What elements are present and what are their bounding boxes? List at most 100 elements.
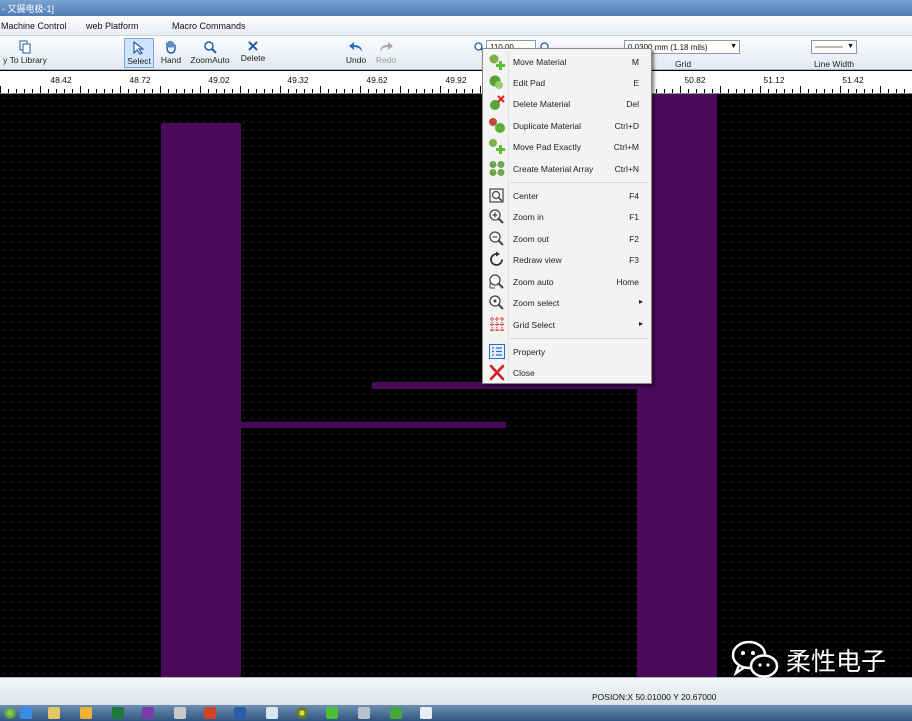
zoom-auto-icon bbox=[489, 274, 504, 289]
menu-item-shortcut: Del bbox=[626, 99, 639, 109]
menu-machine-control[interactable]: Machine Control bbox=[1, 21, 67, 31]
select-button[interactable]: Select bbox=[124, 38, 154, 68]
delete-button[interactable]: Delete bbox=[238, 38, 268, 68]
menu-item-zoom-select[interactable]: Zoom select ▸ bbox=[485, 292, 649, 313]
excel-icon[interactable] bbox=[112, 707, 124, 719]
word-icon[interactable] bbox=[234, 707, 246, 719]
powerpoint-icon[interactable] bbox=[204, 707, 216, 719]
app-icon[interactable] bbox=[358, 707, 370, 719]
ruler-tick bbox=[888, 89, 889, 93]
ruler-tick bbox=[744, 89, 745, 93]
menu-item-redraw-view[interactable]: Redraw view F3 bbox=[485, 249, 649, 270]
ruler-tick bbox=[728, 89, 729, 93]
menu-separator bbox=[510, 182, 648, 183]
app-icon[interactable] bbox=[390, 707, 402, 719]
ruler-tick bbox=[32, 89, 33, 93]
delete-material-icon bbox=[490, 95, 505, 110]
wechat-icon[interactable] bbox=[326, 707, 338, 719]
menu-item-grid-select[interactable]: Grid Select ▸ bbox=[485, 314, 649, 335]
pad-trace-middle[interactable] bbox=[241, 422, 506, 428]
ruler-tick bbox=[208, 89, 209, 93]
menu-item-zoom-in[interactable]: Zoom in F1 bbox=[485, 206, 649, 227]
ruler-tick bbox=[664, 89, 665, 93]
cursor-position: POSION:X 50.01000 Y 20.67000 bbox=[592, 692, 717, 702]
menu-item-property[interactable]: Property bbox=[485, 341, 649, 362]
ruler-tick bbox=[896, 89, 897, 93]
chrome-icon[interactable] bbox=[296, 707, 308, 719]
ruler-tick bbox=[360, 86, 361, 93]
copy-to-library-button[interactable]: y To Library bbox=[0, 38, 50, 68]
ruler-tick bbox=[120, 86, 121, 93]
zoom-out-icon bbox=[489, 231, 504, 246]
ruler-tick bbox=[256, 89, 257, 93]
menu-item-center[interactable]: Center F4 bbox=[485, 185, 649, 206]
duplicate-material-icon bbox=[489, 118, 505, 133]
menu-item-duplicate-material[interactable]: Duplicate Material Ctrl+D bbox=[485, 115, 649, 136]
menu-item-edit-pad[interactable]: Edit Pad E bbox=[485, 72, 649, 93]
menu-item-move-material[interactable]: Move Material M bbox=[485, 51, 649, 72]
start-orb-icon[interactable] bbox=[4, 707, 16, 719]
design-canvas[interactable] bbox=[0, 94, 912, 677]
menu-item-delete-material[interactable]: Delete Material Del bbox=[485, 93, 649, 114]
menu-item-label: Property bbox=[513, 347, 546, 357]
media-player-icon[interactable] bbox=[80, 707, 92, 719]
chevron-down-icon: ▼ bbox=[847, 43, 854, 50]
menu-item-close[interactable]: Close bbox=[485, 362, 649, 383]
redo-button[interactable]: Redo bbox=[372, 38, 400, 68]
ruler-tick bbox=[848, 89, 849, 93]
ruler-tick bbox=[168, 89, 169, 93]
select-label: Select bbox=[127, 56, 151, 66]
menu-web-platform[interactable]: web Platform bbox=[86, 21, 139, 31]
pad-left-vertical[interactable] bbox=[161, 123, 241, 677]
ruler-tick bbox=[232, 89, 233, 93]
menu-item-label: Move Material bbox=[513, 57, 567, 67]
ruler-tick bbox=[8, 89, 9, 93]
ruler-tick bbox=[872, 89, 873, 93]
ruler-tick bbox=[768, 89, 769, 93]
menu-item-label: Center bbox=[513, 191, 539, 201]
app-icon[interactable] bbox=[266, 707, 278, 719]
ruler-tick bbox=[344, 89, 345, 93]
folder-icon[interactable] bbox=[48, 707, 60, 719]
line-width-select[interactable]: ▼ bbox=[811, 40, 857, 54]
menu-item-zoom-out[interactable]: Zoom out F2 bbox=[485, 228, 649, 249]
ruler-tick bbox=[720, 86, 721, 93]
ruler-tick bbox=[880, 86, 881, 93]
hand-button[interactable]: Hand bbox=[157, 38, 185, 68]
onenote-icon[interactable] bbox=[142, 707, 154, 719]
menu-item-label: Delete Material bbox=[513, 99, 571, 109]
ruler-tick bbox=[672, 89, 673, 93]
ruler-tick bbox=[320, 86, 321, 93]
menu-item-shortcut: Ctrl+N bbox=[614, 164, 639, 174]
ruler-tick bbox=[384, 89, 385, 93]
ruler-tick bbox=[464, 89, 465, 93]
menu-item-zoom-auto[interactable]: Zoom auto Home bbox=[485, 271, 649, 292]
hand-label: Hand bbox=[160, 55, 182, 65]
ruler-tick bbox=[200, 86, 201, 93]
menu-item-label: Grid Select bbox=[513, 320, 556, 330]
menu-item-move-pad-exactly[interactable]: Move Pad Exactly Ctrl+M bbox=[485, 136, 649, 157]
menu-macro-commands[interactable]: Macro Commands bbox=[172, 21, 246, 31]
menu-item-shortcut: Home bbox=[616, 277, 639, 287]
undo-button[interactable]: Undo bbox=[342, 38, 370, 68]
ruler-label: 49.62 bbox=[366, 75, 388, 85]
menu-item-shortcut: F2 bbox=[629, 234, 639, 244]
zoom-auto-button[interactable]: ZoomAuto bbox=[188, 38, 232, 68]
select-arrow-icon bbox=[133, 41, 145, 55]
menu-item-label: Redraw view bbox=[513, 255, 562, 265]
ruler-tick bbox=[104, 89, 105, 93]
ie-browser-icon[interactable] bbox=[20, 707, 32, 719]
ruler-tick bbox=[136, 89, 137, 93]
ruler-tick bbox=[128, 89, 129, 93]
line-width-caption: Line Width bbox=[814, 59, 855, 69]
ruler-tick bbox=[280, 86, 281, 93]
app-icon[interactable] bbox=[420, 707, 432, 719]
ruler-tick bbox=[840, 86, 841, 93]
app-icon[interactable] bbox=[174, 707, 186, 719]
ruler-tick bbox=[856, 89, 857, 93]
ruler-tick bbox=[24, 89, 25, 93]
menu-item-label: Zoom select bbox=[513, 298, 560, 308]
menu-item-label: Move Pad Exactly bbox=[513, 142, 582, 152]
ruler-tick bbox=[40, 86, 41, 93]
menu-item-create-material-array[interactable]: Create Material Array Ctrl+N bbox=[485, 158, 649, 179]
